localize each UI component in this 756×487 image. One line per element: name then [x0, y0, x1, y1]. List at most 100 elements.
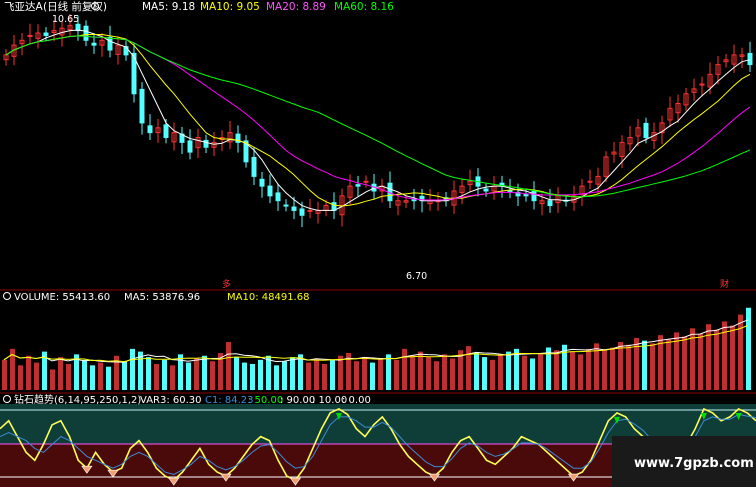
volume-bar — [426, 357, 431, 390]
candle-body — [643, 122, 649, 139]
volume-bar — [274, 365, 279, 390]
left-marker: 多 — [222, 278, 231, 290]
candle-body — [587, 180, 593, 183]
volume-bar — [378, 358, 383, 390]
candle-body — [27, 34, 33, 37]
volume-bar — [146, 357, 151, 390]
ma5-legend: MA5: 9.18 — [142, 1, 195, 13]
volume-bar — [538, 352, 543, 390]
ma10-legend: MA10: 9.05 — [200, 1, 260, 13]
candlestick-series — [3, 14, 753, 227]
stock-title: 飞亚达A — [4, 1, 43, 13]
volume-bar — [354, 361, 359, 390]
candle-body — [187, 140, 193, 153]
level-0-legend: : 0.00 — [342, 395, 371, 406]
candle-body — [251, 156, 257, 177]
volume-bar — [602, 350, 607, 390]
candle-body — [699, 83, 705, 86]
candle-body — [139, 88, 145, 124]
volume-bar — [682, 336, 687, 390]
volume-bar — [490, 359, 495, 390]
volume-bar — [226, 342, 231, 390]
volume-bar — [130, 348, 135, 390]
indicator-settings-icon[interactable] — [3, 395, 11, 403]
var3-legend: VAR3: 60.30 — [140, 395, 202, 406]
volume-bar — [482, 357, 487, 390]
volume-bar — [26, 355, 31, 390]
volume-bar — [442, 354, 447, 390]
volume-bar — [282, 361, 287, 390]
volume-bar — [434, 361, 439, 390]
candle-body — [259, 178, 265, 187]
volume-bar — [90, 365, 95, 390]
volume-bar — [626, 344, 631, 390]
candle-body — [531, 190, 537, 202]
volume-bar — [402, 348, 407, 390]
candle-body — [91, 42, 97, 46]
candle-body — [107, 36, 113, 51]
volume-ma10-legend: MA10: 48491.68 — [227, 292, 309, 303]
watermark-text: www.7gpzb.com — [634, 456, 754, 471]
volume-bar — [58, 357, 63, 390]
candle-body — [203, 139, 209, 148]
volume-bar — [170, 365, 175, 390]
volume-bar — [738, 314, 743, 390]
volume-bar — [610, 347, 615, 390]
volume-legend: VOLUME: 55413.60 — [14, 292, 110, 303]
volume-bar — [522, 355, 527, 390]
c1-legend: C1: 84.23 — [205, 395, 254, 406]
volume-bar — [386, 354, 391, 390]
volume-bar — [362, 357, 367, 390]
high-price-label: 10.65 — [52, 14, 79, 25]
volume-bar — [714, 329, 719, 390]
candle-body — [83, 25, 89, 41]
candle-body — [299, 208, 305, 216]
volume-bar — [370, 362, 375, 390]
level-50-legend: : 50.00 — [248, 395, 283, 406]
stock-chart: 飞亚达A (日线 前复权) MA5: 9.18 MA10: 9.05 MA20:… — [0, 0, 756, 487]
volume-bar — [290, 357, 295, 390]
volume-bar — [634, 337, 639, 390]
volume-bar — [154, 363, 159, 390]
volume-bar — [642, 340, 647, 390]
volume-bar — [186, 362, 191, 390]
volume-bar — [618, 342, 623, 390]
volume-bar — [162, 359, 167, 390]
right-marker: 财 — [720, 278, 729, 290]
candle-body — [291, 206, 297, 211]
volume-bar — [250, 363, 255, 390]
volume-bar — [394, 359, 399, 390]
volume-bar — [298, 354, 303, 390]
candle-body — [163, 124, 169, 139]
volume-bar — [266, 355, 271, 390]
volume-bar — [258, 359, 263, 390]
volume-bar — [410, 355, 415, 390]
ma60-legend: MA60: 8.16 — [334, 1, 394, 13]
candle-body — [307, 209, 313, 212]
volume-bars — [2, 307, 751, 390]
candle-body — [363, 180, 369, 183]
volume-bar — [338, 355, 343, 390]
volume-bar — [698, 333, 703, 390]
volume-bar — [122, 361, 127, 390]
period-label: (日线 前复权) — [43, 0, 107, 13]
volume-bar — [106, 366, 111, 390]
volume-bar — [242, 362, 247, 390]
volume-bar — [202, 355, 207, 390]
volume-bar — [530, 358, 535, 390]
candle-body — [43, 32, 49, 36]
volume-bar — [2, 359, 7, 390]
volume-bar — [514, 348, 519, 390]
volume-bar — [194, 358, 199, 390]
volume-settings-icon[interactable] — [3, 292, 11, 300]
volume-bar — [554, 350, 559, 390]
volume-bar — [66, 363, 71, 390]
volume-bar — [50, 369, 55, 390]
ma20-legend: MA20: 8.89 — [266, 1, 326, 13]
volume-bar — [450, 358, 455, 390]
volume-bar — [418, 351, 423, 390]
volume-bar — [210, 361, 215, 390]
volume-bar — [466, 346, 471, 390]
level-90-legend: : 90.00 — [280, 395, 315, 406]
volume-bar — [578, 354, 583, 390]
